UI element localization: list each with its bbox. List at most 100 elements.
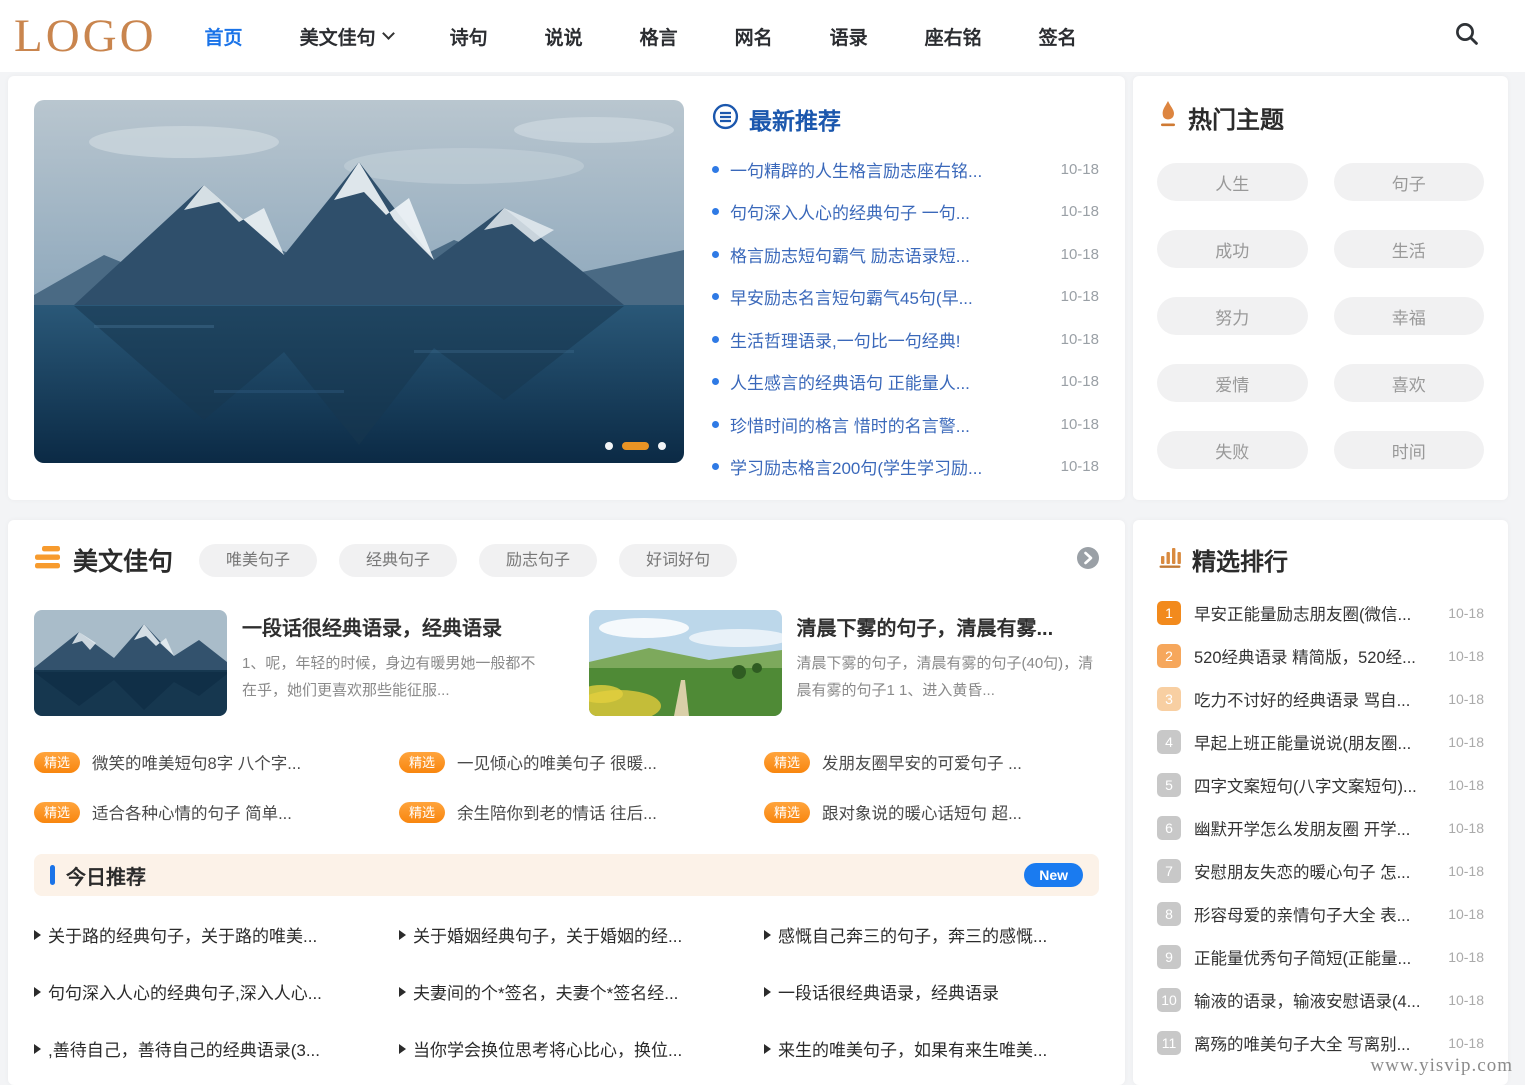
rank-item-title[interactable]: 早安正能量励志朋友圈(微信... xyxy=(1194,601,1435,625)
today-link-text[interactable]: ,善待自己，善待自己的经典语录(3... xyxy=(48,1036,320,1061)
latest-list-item[interactable]: 人生感言的经典语句 正能量人... 10-18 xyxy=(712,361,1099,404)
rank-item-title[interactable]: 吃力不讨好的经典语录 骂自... xyxy=(1194,687,1435,711)
article-title[interactable]: 一段话很经典语录，经典语录 xyxy=(242,612,545,641)
latest-item-title[interactable]: 珍惜时间的格言 惜时的名言警... xyxy=(730,412,1044,437)
featured-link-text[interactable]: 适合各种心情的句子 简单... xyxy=(92,800,292,824)
latest-item-title[interactable]: 句句深入人心的经典句子 一句... xyxy=(730,199,1044,224)
ranking-list-item[interactable]: 5 四字文案短句(八字文案短句)... 10-18 xyxy=(1157,763,1484,806)
latest-list-item[interactable]: 早安励志名言短句霸气45句(早... 10-18 xyxy=(712,276,1099,319)
ranking-list-item[interactable]: 1 早安正能量励志朋友圈(微信... 10-18 xyxy=(1157,591,1484,634)
topic-tag[interactable]: 失败 xyxy=(1157,431,1308,469)
carousel-dot[interactable] xyxy=(658,442,666,450)
ranking-list-item[interactable]: 6 幽默开学怎么发朋友圈 开学... 10-18 xyxy=(1157,806,1484,849)
carousel-dot[interactable] xyxy=(622,442,649,450)
today-link[interactable]: 关于路的经典句子，关于路的唯美... xyxy=(34,922,369,947)
article-card[interactable]: 清晨下雾的句子，清晨有雾... 清晨下雾的句子，清晨有雾的句子(40句)，清晨有… xyxy=(589,610,1100,716)
rank-item-title[interactable]: 四字文案短句(八字文案短句)... xyxy=(1194,773,1435,797)
ranking-list-item[interactable]: 7 安慰朋友失恋的暖心句子 怎... 10-18 xyxy=(1157,849,1484,892)
featured-link[interactable]: 精选 跟对象说的暖心话短句 超... xyxy=(764,800,1099,824)
site-logo[interactable]: LOGO xyxy=(14,13,157,60)
topic-tag[interactable]: 句子 xyxy=(1334,163,1485,201)
nav-item[interactable]: 网名 xyxy=(735,23,773,50)
ranking-list-item[interactable]: 4 早起上班正能量说说(朋友圈... 10-18 xyxy=(1157,720,1484,763)
today-link-text[interactable]: 来生的唯美句子，如果有来生唯美... xyxy=(778,1036,1047,1061)
featured-link[interactable]: 精选 微笑的唯美短句8字 八个字... xyxy=(34,750,369,774)
latest-list-item[interactable]: 学习励志格言200句(学生学习励... 10-18 xyxy=(712,446,1099,489)
rank-item-title[interactable]: 正能量优秀句子简短(正能量... xyxy=(1194,945,1435,969)
featured-link-text[interactable]: 余生陪你到老的情话 往后... xyxy=(457,800,657,824)
essay-tab[interactable]: 励志句子 xyxy=(479,544,597,577)
nav-item[interactable]: 座右铭 xyxy=(925,23,982,50)
essay-tab[interactable]: 好词好句 xyxy=(619,544,737,577)
today-link[interactable]: 夫妻间的个*签名，夫妻个*签名经... xyxy=(399,979,734,1004)
nav-item[interactable]: 说说 xyxy=(545,23,583,50)
today-link-text[interactable]: 感慨自己奔三的句子，奔三的感慨... xyxy=(778,922,1047,947)
article-title[interactable]: 清晨下雾的句子，清晨有雾... xyxy=(797,612,1100,641)
today-link[interactable]: 关于婚姻经典句子，关于婚姻的经... xyxy=(399,922,734,947)
topic-tag[interactable]: 幸福 xyxy=(1334,297,1485,335)
featured-link-text[interactable]: 一见倾心的唯美句子 很暖... xyxy=(457,750,657,774)
rank-item-title[interactable]: 离殇的唯美句子大全 写离别... xyxy=(1194,1031,1435,1055)
topic-tag[interactable]: 喜欢 xyxy=(1334,364,1485,402)
featured-link[interactable]: 精选 适合各种心情的句子 简单... xyxy=(34,800,369,824)
featured-link[interactable]: 精选 发朋友圈早安的可爱句子 ... xyxy=(764,750,1099,774)
new-badge[interactable]: New xyxy=(1024,863,1083,887)
more-button[interactable] xyxy=(1077,547,1099,574)
latest-item-title[interactable]: 格言励志短句霸气 励志语录短... xyxy=(730,242,1044,267)
today-link[interactable]: 一段话很经典语录，经典语录 xyxy=(764,979,1099,1004)
carousel-dot[interactable] xyxy=(605,442,613,450)
ranking-list-item[interactable]: 10 输液的语录，输液安慰语录(4... 10-18 xyxy=(1157,978,1484,1021)
today-link-text[interactable]: 夫妻间的个*签名，夫妻个*签名经... xyxy=(413,979,678,1004)
rank-item-title[interactable]: 形容母爱的亲情句子大全 表... xyxy=(1194,902,1435,926)
latest-item-title[interactable]: 一句精辟的人生格言励志座右铭... xyxy=(730,157,1044,182)
search-button[interactable] xyxy=(1453,20,1481,53)
rank-item-title[interactable]: 安慰朋友失恋的暖心句子 怎... xyxy=(1194,859,1435,883)
latest-item-title[interactable]: 早安励志名言短句霸气45句(早... xyxy=(730,284,1044,309)
article-card[interactable]: 一段话很经典语录，经典语录 1、呢，年轻的时候，身边有暖男她一般都不在乎，她们更… xyxy=(34,610,545,716)
today-link[interactable]: 来生的唯美句子，如果有来生唯美... xyxy=(764,1036,1099,1061)
nav-item[interactable]: 诗句 xyxy=(450,23,488,50)
topic-tag[interactable]: 成功 xyxy=(1157,230,1308,268)
featured-link[interactable]: 精选 一见倾心的唯美句子 很暖... xyxy=(399,750,734,774)
nav-item[interactable]: 格言 xyxy=(640,23,678,50)
hero-carousel[interactable] xyxy=(34,100,684,463)
latest-list-item[interactable]: 珍惜时间的格言 惜时的名言警... 10-18 xyxy=(712,403,1099,446)
latest-item-title[interactable]: 生活哲理语录,一句比一句经典! xyxy=(730,327,1044,352)
today-link[interactable]: ,善待自己，善待自己的经典语录(3... xyxy=(34,1036,369,1061)
featured-link-text[interactable]: 微笑的唯美短句8字 八个字... xyxy=(92,750,301,774)
nav-item[interactable]: 美文佳句 xyxy=(300,23,393,50)
featured-link-text[interactable]: 跟对象说的暖心话短句 超... xyxy=(822,800,1022,824)
topic-tag[interactable]: 人生 xyxy=(1157,163,1308,201)
featured-link[interactable]: 精选 余生陪你到老的情话 往后... xyxy=(399,800,734,824)
ranking-list-item[interactable]: 8 形容母爱的亲情句子大全 表... 10-18 xyxy=(1157,892,1484,935)
latest-item-title[interactable]: 人生感言的经典语句 正能量人... xyxy=(730,369,1044,394)
ranking-list-item[interactable]: 9 正能量优秀句子简短(正能量... 10-18 xyxy=(1157,935,1484,978)
today-link[interactable]: 感慨自己奔三的句子，奔三的感慨... xyxy=(764,922,1099,947)
latest-list-item[interactable]: 一句精辟的人生格言励志座右铭... 10-18 xyxy=(712,148,1099,191)
nav-item[interactable]: 签名 xyxy=(1039,23,1077,50)
rank-item-title[interactable]: 幽默开学怎么发朋友圈 开学... xyxy=(1194,816,1435,840)
rank-item-title[interactable]: 早起上班正能量说说(朋友圈... xyxy=(1194,730,1435,754)
today-link[interactable]: 当你学会换位思考将心比心，换位... xyxy=(399,1036,734,1061)
ranking-list-item[interactable]: 3 吃力不讨好的经典语录 骂自... 10-18 xyxy=(1157,677,1484,720)
featured-link-text[interactable]: 发朋友圈早安的可爱句子 ... xyxy=(822,750,1022,774)
latest-list-item[interactable]: 句句深入人心的经典句子 一句... 10-18 xyxy=(712,191,1099,234)
today-link-text[interactable]: 关于路的经典句子，关于路的唯美... xyxy=(48,922,317,947)
today-link[interactable]: 句句深入人心的经典句子,深入人心... xyxy=(34,979,369,1004)
nav-item[interactable]: 首页 xyxy=(205,23,243,50)
today-link-text[interactable]: 当你学会换位思考将心比心，换位... xyxy=(413,1036,682,1061)
today-link-text[interactable]: 句句深入人心的经典句子,深入人心... xyxy=(48,979,322,1004)
today-link-text[interactable]: 关于婚姻经典句子，关于婚姻的经... xyxy=(413,922,682,947)
latest-item-title[interactable]: 学习励志格言200句(学生学习励... xyxy=(730,454,1044,479)
topic-tag[interactable]: 时间 xyxy=(1334,431,1485,469)
essay-tab[interactable]: 唯美句子 xyxy=(199,544,317,577)
essay-tab[interactable]: 经典句子 xyxy=(339,544,457,577)
nav-item[interactable]: 语录 xyxy=(830,23,868,50)
topic-tag[interactable]: 爱情 xyxy=(1157,364,1308,402)
rank-item-title[interactable]: 520经典语录 精简版，520经... xyxy=(1194,644,1435,668)
topic-tag[interactable]: 努力 xyxy=(1157,297,1308,335)
today-link-text[interactable]: 一段话很经典语录，经典语录 xyxy=(778,979,999,1004)
latest-list-item[interactable]: 格言励志短句霸气 励志语录短... 10-18 xyxy=(712,233,1099,276)
latest-list-item[interactable]: 生活哲理语录,一句比一句经典! 10-18 xyxy=(712,318,1099,361)
topic-tag[interactable]: 生活 xyxy=(1334,230,1485,268)
